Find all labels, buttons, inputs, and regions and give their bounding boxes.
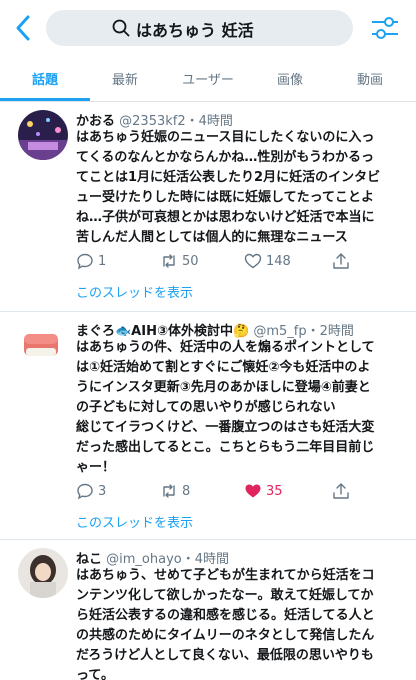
tweet-line: って。 (76, 668, 114, 680)
retweet-button[interactable]: 50 (160, 250, 199, 272)
retweet-icon (163, 254, 175, 268)
tab-top[interactable]: 話題 (32, 69, 58, 88)
user-handle-time: @im_ohayo・4時間 (106, 552, 230, 567)
tweet-actions: 3 8 35 (76, 480, 366, 502)
tweet-line: ね…子供が可哀想とかは思わないけど妊活で本当に (76, 210, 375, 225)
chevron-left-icon[interactable] (10, 12, 38, 44)
tweet[interactable]: まぐろ🐟AIH③体外検討中🤔 @m5_fp・2時間 はあちゅうの件、妊活中の人を… (0, 312, 416, 540)
share-button[interactable] (332, 480, 350, 502)
like-count: 35 (266, 483, 283, 499)
retweet-count: 50 (182, 253, 199, 269)
tweet-line: てことは1月に妊活公表したり2月に妊活のインタビ (76, 170, 381, 185)
share-icon (333, 253, 349, 269)
tweet-line: は①妊活始めて割とすぐにご懐妊②今も妊活中のよ (76, 360, 371, 375)
tweet-line: ュー受けたりした時には既に妊娠してたってことよ (76, 190, 374, 205)
tweet-line: ンテンツ化して欲しかったなー。敢えて妊娠してか (76, 588, 374, 603)
search-icon (112, 19, 130, 37)
tweet-line: うにインスタ更新③先月のあかほしに登場④前妻と (76, 380, 371, 395)
reply-count: 3 (98, 483, 107, 499)
reply-button[interactable]: 1 (76, 250, 106, 272)
tweet-header: かおる @2353kf2・4時間 (76, 110, 233, 129)
active-tab-indicator (0, 98, 90, 101)
tab-users[interactable]: ユーザー (182, 69, 234, 88)
show-thread-link[interactable]: このスレッドを表示 (76, 512, 193, 531)
retweet-count: 8 (182, 483, 191, 499)
like-button[interactable]: 35 (244, 480, 283, 502)
tab-videos[interactable]: 動画 (357, 69, 383, 88)
like-count: 148 (266, 253, 291, 269)
filter-sliders-icon[interactable] (370, 14, 400, 42)
search-tabs: 話題 最新 ユーザー 画像 動画 (0, 56, 416, 102)
tweet-line: はあちゅうの件、妊活中の人を煽るポイントとして (76, 340, 375, 355)
search-input[interactable]: はあちゅう 妊活 (46, 10, 353, 46)
share-icon (333, 483, 349, 499)
reply-button[interactable]: 3 (76, 480, 106, 502)
retweet-button[interactable]: 8 (160, 480, 190, 502)
show-thread-link[interactable]: このスレッドを表示 (76, 282, 193, 301)
user-name[interactable]: ねこ (76, 552, 102, 567)
tweet-line: はあちゅう妊娠のニュース目にしたくないのに入っ (76, 130, 375, 145)
tab-images[interactable]: 画像 (277, 69, 303, 88)
share-button[interactable] (332, 250, 350, 272)
like-button[interactable]: 148 (244, 250, 291, 272)
avatar[interactable] (18, 548, 68, 598)
search-query: はあちゅう 妊活 (136, 21, 254, 40)
tweet-header: ねこ @im_ohayo・4時間 (76, 548, 229, 567)
heart-icon (245, 484, 261, 498)
tweet[interactable]: ねこ @im_ohayo・4時間 はあちゅう、せめて子どもが生まれてから妊活をコ… (0, 540, 416, 680)
tweet-header: まぐろ🐟AIH③体外検討中🤔 @m5_fp・2時間 (76, 320, 354, 339)
user-handle-time: @2353kf2・4時間 (119, 114, 233, 129)
tweet-line: ら妊活公表するの違和感を感じる。妊活してる人と (76, 608, 375, 623)
tweet-line: の子どもに対しての思いやりが感じられない (76, 400, 336, 415)
heart-icon (244, 253, 262, 269)
user-handle-time: @m5_fp・2時間 (253, 324, 354, 339)
tweet-actions: 1 50 148 (76, 250, 366, 272)
avatar[interactable] (18, 320, 68, 370)
tweet-line: てくるのなんとかならんかね…性別がもうわかるっ (76, 150, 374, 165)
tweet-line: ゃー！ (76, 460, 116, 475)
avatar[interactable] (18, 110, 68, 160)
tweet-line: だろうけど人として良くない、最低限の思いやりも (76, 648, 374, 663)
reply-icon (77, 483, 93, 500)
tweet-text: はあちゅう妊娠のニュース目にしたくないのに入っ てくるのなんとかならんかね…性別… (76, 128, 406, 248)
tweet-text: はあちゅう、せめて子どもが生まれてから妊活をコ ンテンツ化して欲しかったなー。敢… (76, 566, 406, 680)
top-bar: はあちゅう 妊活 (0, 0, 416, 56)
retweet-icon (163, 484, 175, 498)
tweet-line: だった感出してるとこ。こちとらもう二年目目前じ (76, 440, 375, 455)
tweet-text: はあちゅうの件、妊活中の人を煽るポイントとして は①妊活始めて割とすぐにご懐妊②… (76, 338, 406, 478)
reply-count: 1 (98, 253, 107, 269)
user-name[interactable]: かおる (76, 114, 115, 129)
tab-latest[interactable]: 最新 (112, 69, 138, 88)
tweet[interactable]: かおる @2353kf2・4時間 はあちゅう妊娠のニュース目にしたくないのに入っ… (0, 102, 416, 312)
reply-icon (77, 253, 93, 270)
tweet-line: 総じてイラつくけど、一番腹立つのはさも妊活大変 (76, 420, 375, 435)
user-name[interactable]: まぐろ🐟AIH③体外検討中🤔 (76, 324, 249, 339)
tweet-line: はあちゅう、せめて子どもが生まれてから妊活をコ (76, 568, 375, 583)
tweet-line: 苦しんだ人間としては個人的に無理なニュース (76, 230, 348, 245)
tweet-line: の共感のためにタイムリーのネタとして発信したん (76, 628, 375, 643)
